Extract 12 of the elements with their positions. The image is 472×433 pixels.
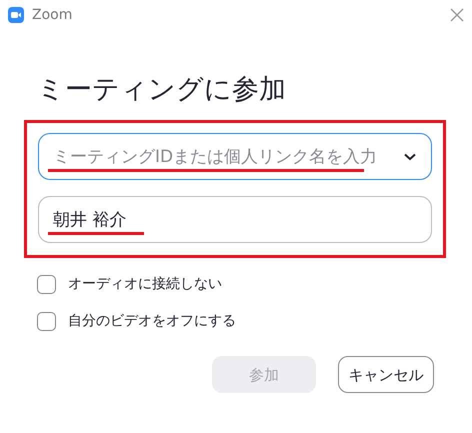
close-icon[interactable]	[450, 8, 464, 22]
app-logo-icon	[8, 7, 24, 23]
name-field[interactable]: 朝井 裕介	[38, 196, 432, 244]
window-title: Zoom	[32, 6, 72, 24]
checkbox-label: 自分のビデオをオフにする	[68, 312, 236, 332]
checkbox[interactable]	[37, 312, 56, 332]
checkbox[interactable]	[37, 275, 56, 294]
checkbox-label: オーディオに接続しない	[68, 275, 222, 294]
chevron-down-icon[interactable]	[404, 153, 416, 162]
cancel-button[interactable]: キャンセル	[338, 356, 434, 394]
meeting-id-field[interactable]: ミーティングIDまたは個人リンク名を入力	[38, 133, 432, 180]
dialog-heading: ミーティングに参加	[37, 74, 287, 106]
